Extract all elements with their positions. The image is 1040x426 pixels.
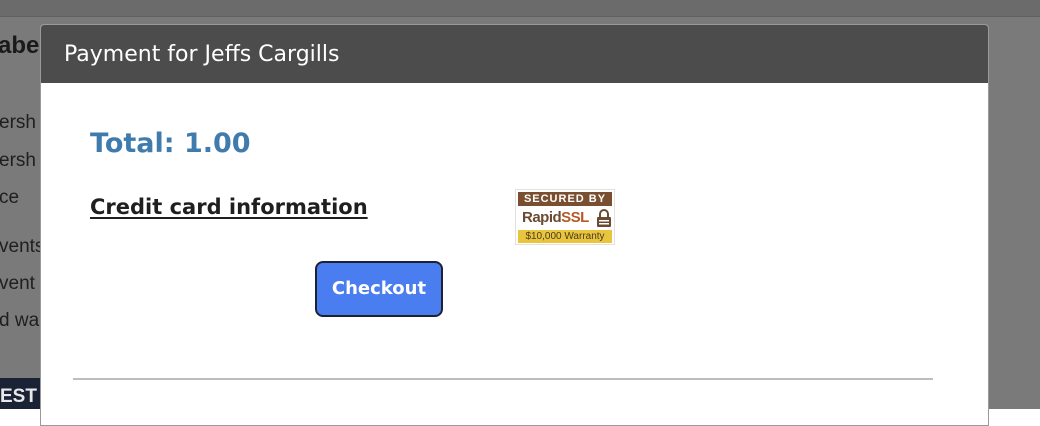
ssl-badge-secured-by: SECURED BY [518,192,612,206]
modal-header: Payment for Jeffs Cargills [41,25,988,83]
ssl-badge-brand: RapidSSL [522,209,589,226]
ssl-brand-ssl: SSL [561,209,589,226]
background-text: vents [0,236,45,257]
payment-modal: Payment for Jeffs Cargills Total: 1.00 C… [40,24,989,426]
background-topbar [0,0,1040,17]
credit-card-info-link[interactable]: Credit card information [90,195,368,219]
background-heading: abe [0,32,40,59]
background-text: vent [0,273,35,294]
ssl-badge-warranty: $10,000 Warranty [518,230,612,243]
background-text: ersh [0,150,36,171]
modal-divider [73,378,933,380]
lock-icon [596,208,612,232]
rapidssl-badge[interactable]: SECURED BY RapidSSL $10,000 Warranty [515,189,615,245]
background-banner: EST [0,378,40,409]
background-text: d wa [0,310,40,331]
modal-title: Payment for Jeffs Cargills [64,42,340,67]
checkout-button[interactable]: Checkout [315,261,443,317]
total-amount: Total: 1.00 [90,128,251,159]
background-text: ersh [0,112,36,133]
background-text: ce [0,187,20,208]
ssl-brand-rapid: Rapid [522,209,562,226]
